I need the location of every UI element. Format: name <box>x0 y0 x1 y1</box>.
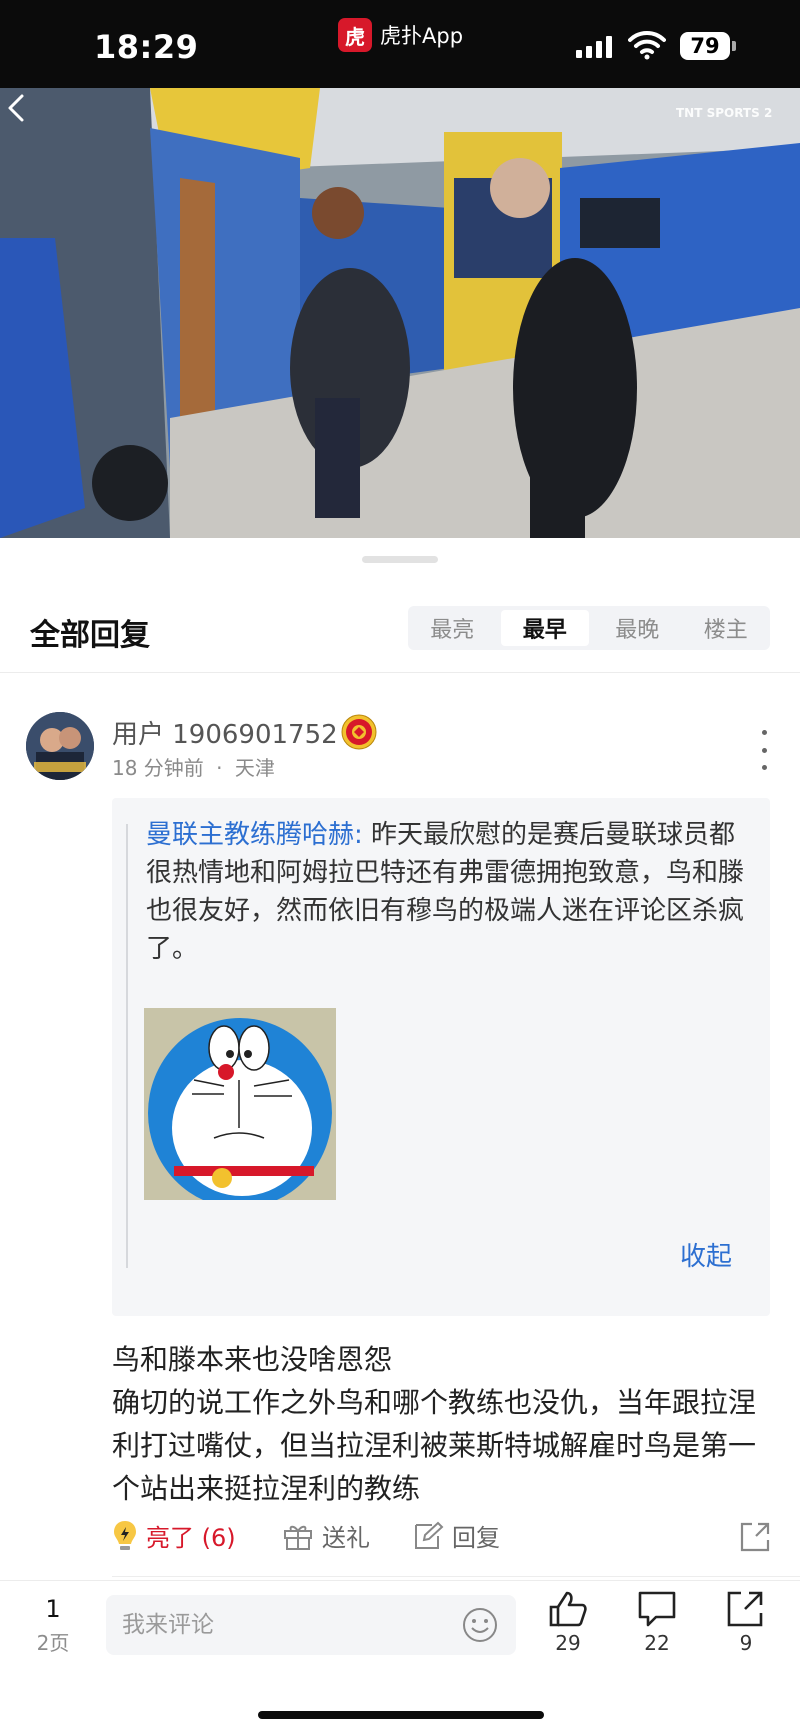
share-button[interactable]: 9 <box>716 1589 776 1655</box>
sheet-drag-handle[interactable] <box>362 556 438 563</box>
sort-tabs: 最亮 最早 最晚 楼主 <box>408 606 770 650</box>
reply-button[interactable]: 回复 <box>412 1518 500 1553</box>
light-count: 亮了 (6) <box>146 1524 236 1552</box>
gift-icon <box>284 1525 312 1550</box>
back-arrow-icon[interactable] <box>0 88 36 128</box>
share-icon[interactable] <box>738 1520 772 1554</box>
gift-label: 送礼 <box>322 1524 370 1552</box>
battery-indicator: 79 <box>680 32 736 60</box>
post-meta: 18 分钟前 · 天津 <box>112 752 275 781</box>
comment-bubble-icon <box>638 1591 676 1627</box>
share-arrow-icon <box>727 1591 763 1627</box>
page-indicator[interactable]: 1 2页 <box>30 1595 76 1656</box>
video-player[interactable]: TNT SPORTS 2 <box>0 88 800 538</box>
hupu-logo-icon: 虎 <box>338 18 372 52</box>
doraemon-image <box>144 1008 336 1200</box>
tab-brightest[interactable]: 最亮 <box>408 606 497 650</box>
like-button[interactable]: 29 <box>538 1589 598 1655</box>
divider <box>112 1576 800 1577</box>
quoted-reply: 曼联主教练腾哈赫: 昨天最欣慰的是赛后曼联球员都很热情地和阿姆拉巴特还有弗雷德拥… <box>112 798 770 1316</box>
post-location: 天津 <box>234 756 275 780</box>
light-button[interactable]: 亮了 (6) <box>112 1518 236 1553</box>
bottom-bar: 1 2页 29 22 9 <box>0 1580 800 1731</box>
app-indicator: 虎 虎扑App <box>338 18 463 52</box>
team-badge-icon <box>341 714 377 750</box>
gift-button[interactable]: 送礼 <box>282 1518 370 1553</box>
emoji-icon[interactable] <box>462 1607 498 1643</box>
post-time: 18 分钟前 <box>112 756 204 780</box>
app-name: 虎扑App <box>380 24 464 48</box>
username[interactable]: 用户 1906901752 <box>112 714 338 751</box>
replies-title: 全部回复 <box>30 618 150 653</box>
status-bar: 18:29 虎 虎扑App 79 <box>0 0 800 88</box>
post-body: 鸟和滕本来也没啥恩怨 确切的说工作之外鸟和哪个教练也没仇，当年跟拉涅利打过嘴仗，… <box>112 1338 782 1510</box>
thumbs-up-icon <box>549 1591 587 1627</box>
quote-image[interactable] <box>144 1008 336 1200</box>
like-count: 29 <box>555 1631 581 1655</box>
wifi-icon <box>628 30 666 60</box>
page-current: 1 <box>45 1595 61 1623</box>
video-frame <box>0 88 800 538</box>
share-count: 9 <box>739 1631 753 1655</box>
home-indicator[interactable] <box>258 1711 544 1719</box>
reply-label: 回复 <box>452 1524 500 1552</box>
quote-author[interactable]: 曼联主教练腾哈赫: <box>146 820 363 850</box>
status-time: 18:29 <box>94 28 199 66</box>
comments-button[interactable]: 22 <box>627 1589 687 1655</box>
avatar[interactable] <box>26 712 94 780</box>
quote-bar <box>126 824 128 1268</box>
tab-op-only[interactable]: 楼主 <box>682 606 771 650</box>
page-total: 2页 <box>36 1631 70 1655</box>
post-body-line: 鸟和滕本来也没啥恩怨 <box>112 1343 393 1376</box>
post-actions: 亮了 (6) 送礼 回复 <box>112 1518 772 1558</box>
channel-logo: TNT SPORTS 2 <box>676 106 773 120</box>
replies-sheet: 全部回复 最亮 最早 最晚 楼主 用户 1906901752 18 分钟前 · … <box>0 538 800 1731</box>
tab-latest[interactable]: 最晚 <box>593 606 682 650</box>
comment-count: 22 <box>644 1631 670 1655</box>
divider <box>0 672 800 673</box>
edit-reply-icon <box>415 1521 444 1549</box>
collapse-link[interactable]: 收起 <box>680 1236 732 1273</box>
meta-separator: · <box>216 756 223 780</box>
lightbulb-icon <box>114 1520 136 1550</box>
quote-text: 曼联主教练腾哈赫: 昨天最欣慰的是赛后曼联球员都很热情地和阿姆拉巴特还有弗雷德拥… <box>146 816 746 968</box>
tab-earliest[interactable]: 最早 <box>500 610 589 646</box>
post-body-line: 确切的说工作之外鸟和哪个教练也没仇，当年跟拉涅利打过嘴仗，但当拉涅利被莱斯特城解… <box>112 1386 757 1505</box>
comment-input[interactable] <box>106 1595 516 1655</box>
cellular-signal-icon <box>576 36 612 58</box>
more-options-icon[interactable] <box>752 730 776 770</box>
